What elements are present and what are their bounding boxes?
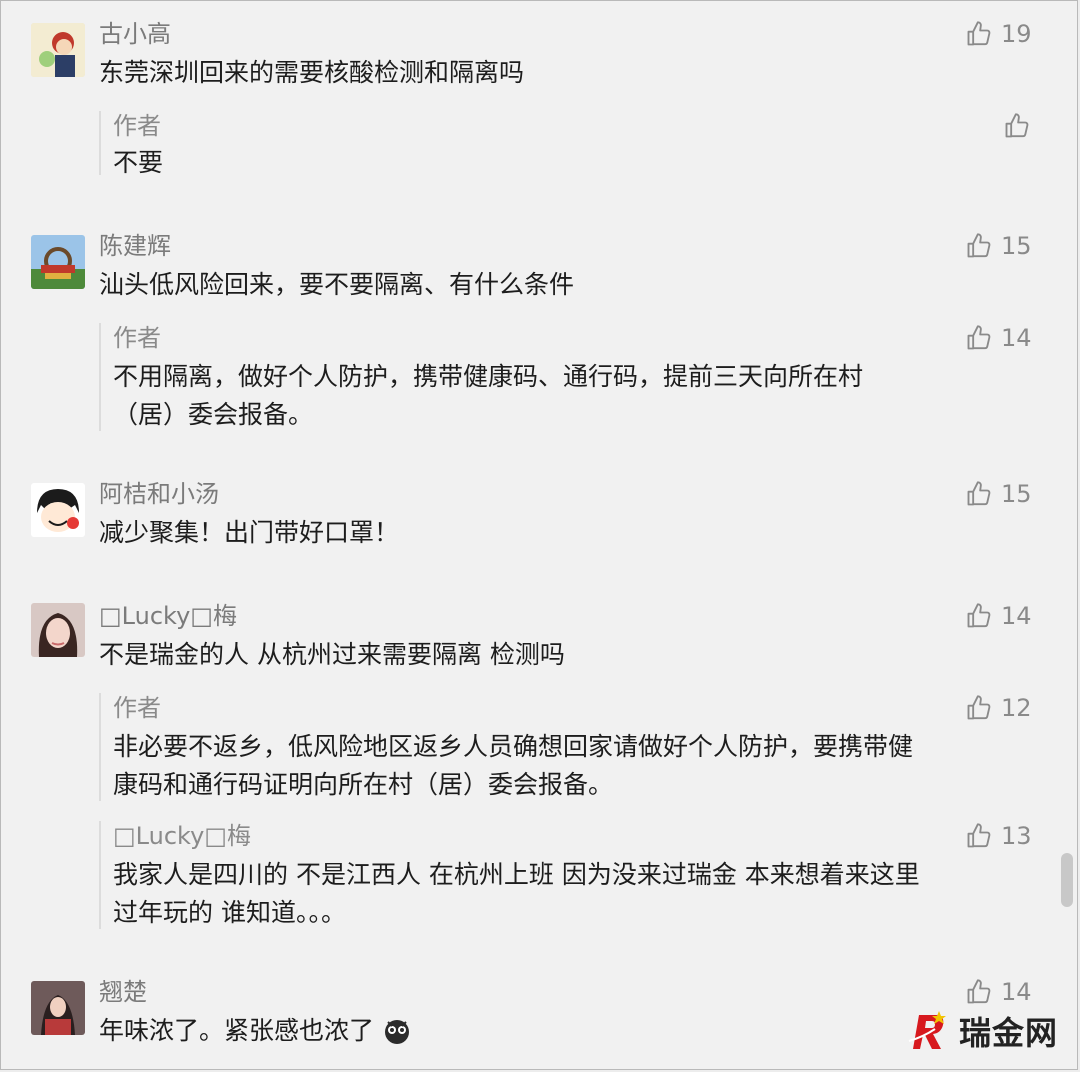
like-count: 15 <box>1001 232 1032 260</box>
reply-text-line: （居）委会报备。 <box>113 400 314 429</box>
emoji-icon <box>382 1016 412 1046</box>
avatar[interactable] <box>31 235 85 289</box>
comment-text: 减少聚集！出门带好口罩！ <box>99 518 400 547</box>
like-button[interactable]: 19 <box>965 19 1032 49</box>
reply-like-button[interactable]: 14 <box>965 323 1032 353</box>
reply-nickname: 作者 <box>113 324 161 352</box>
reply-text-line: 我家人是四川的 不是江西人 在杭州上班 因为没来过瑞金 本来想着来这里 <box>113 860 920 889</box>
like-button[interactable]: 15 <box>965 231 1032 261</box>
like-count: 14 <box>1001 602 1032 630</box>
like-count: 15 <box>1001 480 1032 508</box>
user-reply: □Lucky□梅 我家人是四川的 不是江西人 在杭州上班 因为没来过瑞金 本来想… <box>99 821 1037 929</box>
like-count: 13 <box>1001 822 1032 850</box>
r-logo-icon <box>908 1011 946 1049</box>
thumb-up-icon <box>967 603 991 628</box>
avatar[interactable] <box>31 981 85 1035</box>
avatar[interactable] <box>31 603 85 657</box>
comment-nickname: 翘楚 <box>99 978 147 1006</box>
thumb-up-icon <box>967 695 991 720</box>
author-reply: 作者 不用隔离，做好个人防护，携带健康码、通行码，提前三天向所在村 （居）委会报… <box>99 323 1037 431</box>
comment-nickname: 阿桔和小汤 <box>99 480 219 508</box>
like-button[interactable]: 14 <box>965 601 1032 631</box>
reply-nickname: 作者 <box>113 694 161 722</box>
reply-like-button[interactable]: 13 <box>965 821 1032 851</box>
reply-like-button[interactable]: 12 <box>965 693 1032 723</box>
comment-nickname: □Lucky□梅 <box>99 602 237 630</box>
thumb-up-icon <box>967 233 991 258</box>
reply-text-line: 不用隔离，做好个人防护，携带健康码、通行码，提前三天向所在村 <box>113 362 864 391</box>
comment-text: 汕头低风险回来，要不要隔离、有什么条件 <box>99 270 575 299</box>
thumb-up-icon <box>967 325 991 350</box>
reply-text-line: 非必要不返乡，低风险地区返乡人员确想回家请做好个人防护，要携带健 <box>113 732 914 761</box>
like-button[interactable]: 14 <box>965 977 1032 1007</box>
comment-nickname: 古小高 <box>99 20 171 48</box>
like-count: 19 <box>1001 20 1032 48</box>
reply-text: 不要 <box>113 148 164 177</box>
site-logo: 瑞金网 <box>905 1005 1058 1057</box>
logo-text: 瑞金网 <box>959 1014 1059 1052</box>
thumb-up-icon <box>967 481 991 506</box>
thumb-up-icon <box>967 823 991 848</box>
comment-text: 年味浓了。紧张感也浓了 <box>99 1016 375 1045</box>
thumb-up-icon <box>967 979 991 1004</box>
avatar[interactable] <box>31 23 85 77</box>
comment-nickname: 陈建辉 <box>99 232 171 260</box>
author-reply: 作者 不要 <box>99 111 1037 177</box>
like-count: 14 <box>1001 978 1032 1006</box>
reply-text-line: 过年玩的 谁知道。。。 <box>113 898 346 927</box>
comment-text: 东莞深圳回来的需要核酸检测和隔离吗 <box>99 58 525 87</box>
thumb-up-icon <box>1005 113 1029 138</box>
comment-text: 不是瑞金的人 从杭州过来需要隔离 检测吗 <box>99 640 565 669</box>
thumb-up-icon <box>967 21 991 46</box>
author-reply: 作者 非必要不返乡，低风险地区返乡人员确想回家请做好个人防护，要携带健 康码和通… <box>99 693 1037 801</box>
scrollbar[interactable] <box>1061 853 1073 907</box>
like-button[interactable]: 15 <box>965 479 1032 509</box>
comment-panel: 古小高 东莞深圳回来的需要核酸检测和隔离吗 19 作者 不要 陈建辉 汕头低风险… <box>0 0 1078 1070</box>
reply-text-line: 康码和通行码证明向所在村（居）委会报备。 <box>113 770 614 799</box>
reply-nickname: □Lucky□梅 <box>113 822 251 850</box>
like-count: 14 <box>1001 324 1032 352</box>
reply-like-button[interactable] <box>1003 111 1039 141</box>
reply-nickname: 作者 <box>113 112 161 140</box>
like-count: 12 <box>1001 694 1032 722</box>
avatar[interactable] <box>31 483 85 537</box>
comment-text-row: 年味浓了。紧张感也浓了 <box>99 1013 412 1049</box>
